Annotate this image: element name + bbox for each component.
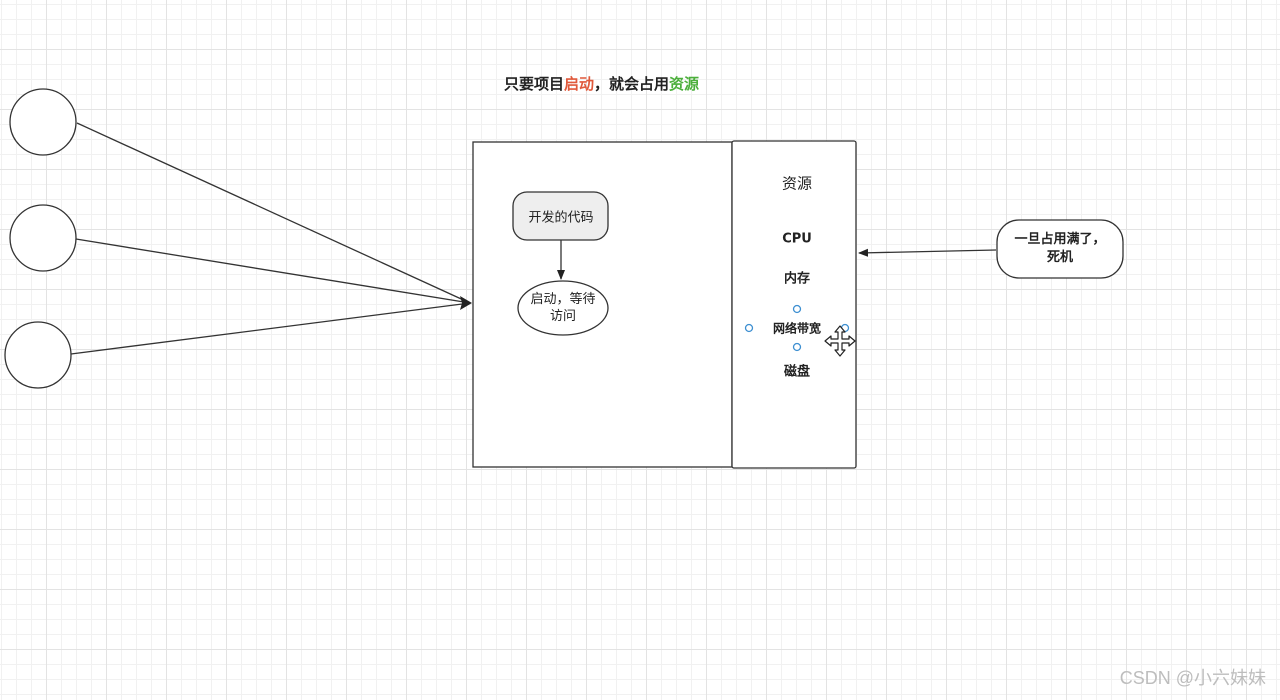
user-circle-2[interactable] xyxy=(9,204,77,272)
title-part-2: ，就会占用 xyxy=(594,75,670,93)
user-circle-1[interactable] xyxy=(9,88,77,156)
selection-handle-bottom[interactable] xyxy=(792,342,802,352)
note-line-2: 死机 xyxy=(1046,250,1074,265)
user-circle-3[interactable] xyxy=(4,321,72,389)
title-part-1: 只要项目 xyxy=(504,75,565,93)
title-highlight-resource: 资源 xyxy=(669,75,700,93)
selection-handle-left[interactable] xyxy=(744,323,754,333)
title-highlight-start: 启动 xyxy=(564,75,595,93)
connector-user-1[interactable] xyxy=(76,122,471,304)
resource-item-bandwidth[interactable]: 网络带宽 xyxy=(773,320,821,337)
resources-title: 资源 xyxy=(781,174,813,193)
started-node-label: 启动，等待 访问 xyxy=(530,291,595,325)
connector-user-3[interactable] xyxy=(70,302,471,355)
resource-item-cpu[interactable]: CPU xyxy=(782,232,812,247)
code-node-label: 开发的代码 xyxy=(528,210,594,226)
note-to-resources-arrow[interactable] xyxy=(858,248,997,257)
selection-handle-top[interactable] xyxy=(792,304,802,314)
diagram-canvas xyxy=(4,88,1124,469)
diagram-title: 只要项目启动，就会占用资源 xyxy=(504,73,699,94)
started-node-line-1: 启动，等待 xyxy=(530,292,596,307)
watermark: CSDN @小六妹妹 xyxy=(1119,668,1266,688)
resource-item-disk[interactable]: 磁盘 xyxy=(784,361,810,380)
note-label: 一旦占用满了， 死机 xyxy=(1014,231,1105,267)
connector-arrowhead xyxy=(460,296,472,310)
started-node-line-2: 访问 xyxy=(549,309,577,324)
resource-item-memory[interactable]: 内存 xyxy=(784,268,810,287)
note-line-1: 一旦占用满了， xyxy=(1014,232,1106,247)
connector-user-2[interactable] xyxy=(75,238,471,304)
